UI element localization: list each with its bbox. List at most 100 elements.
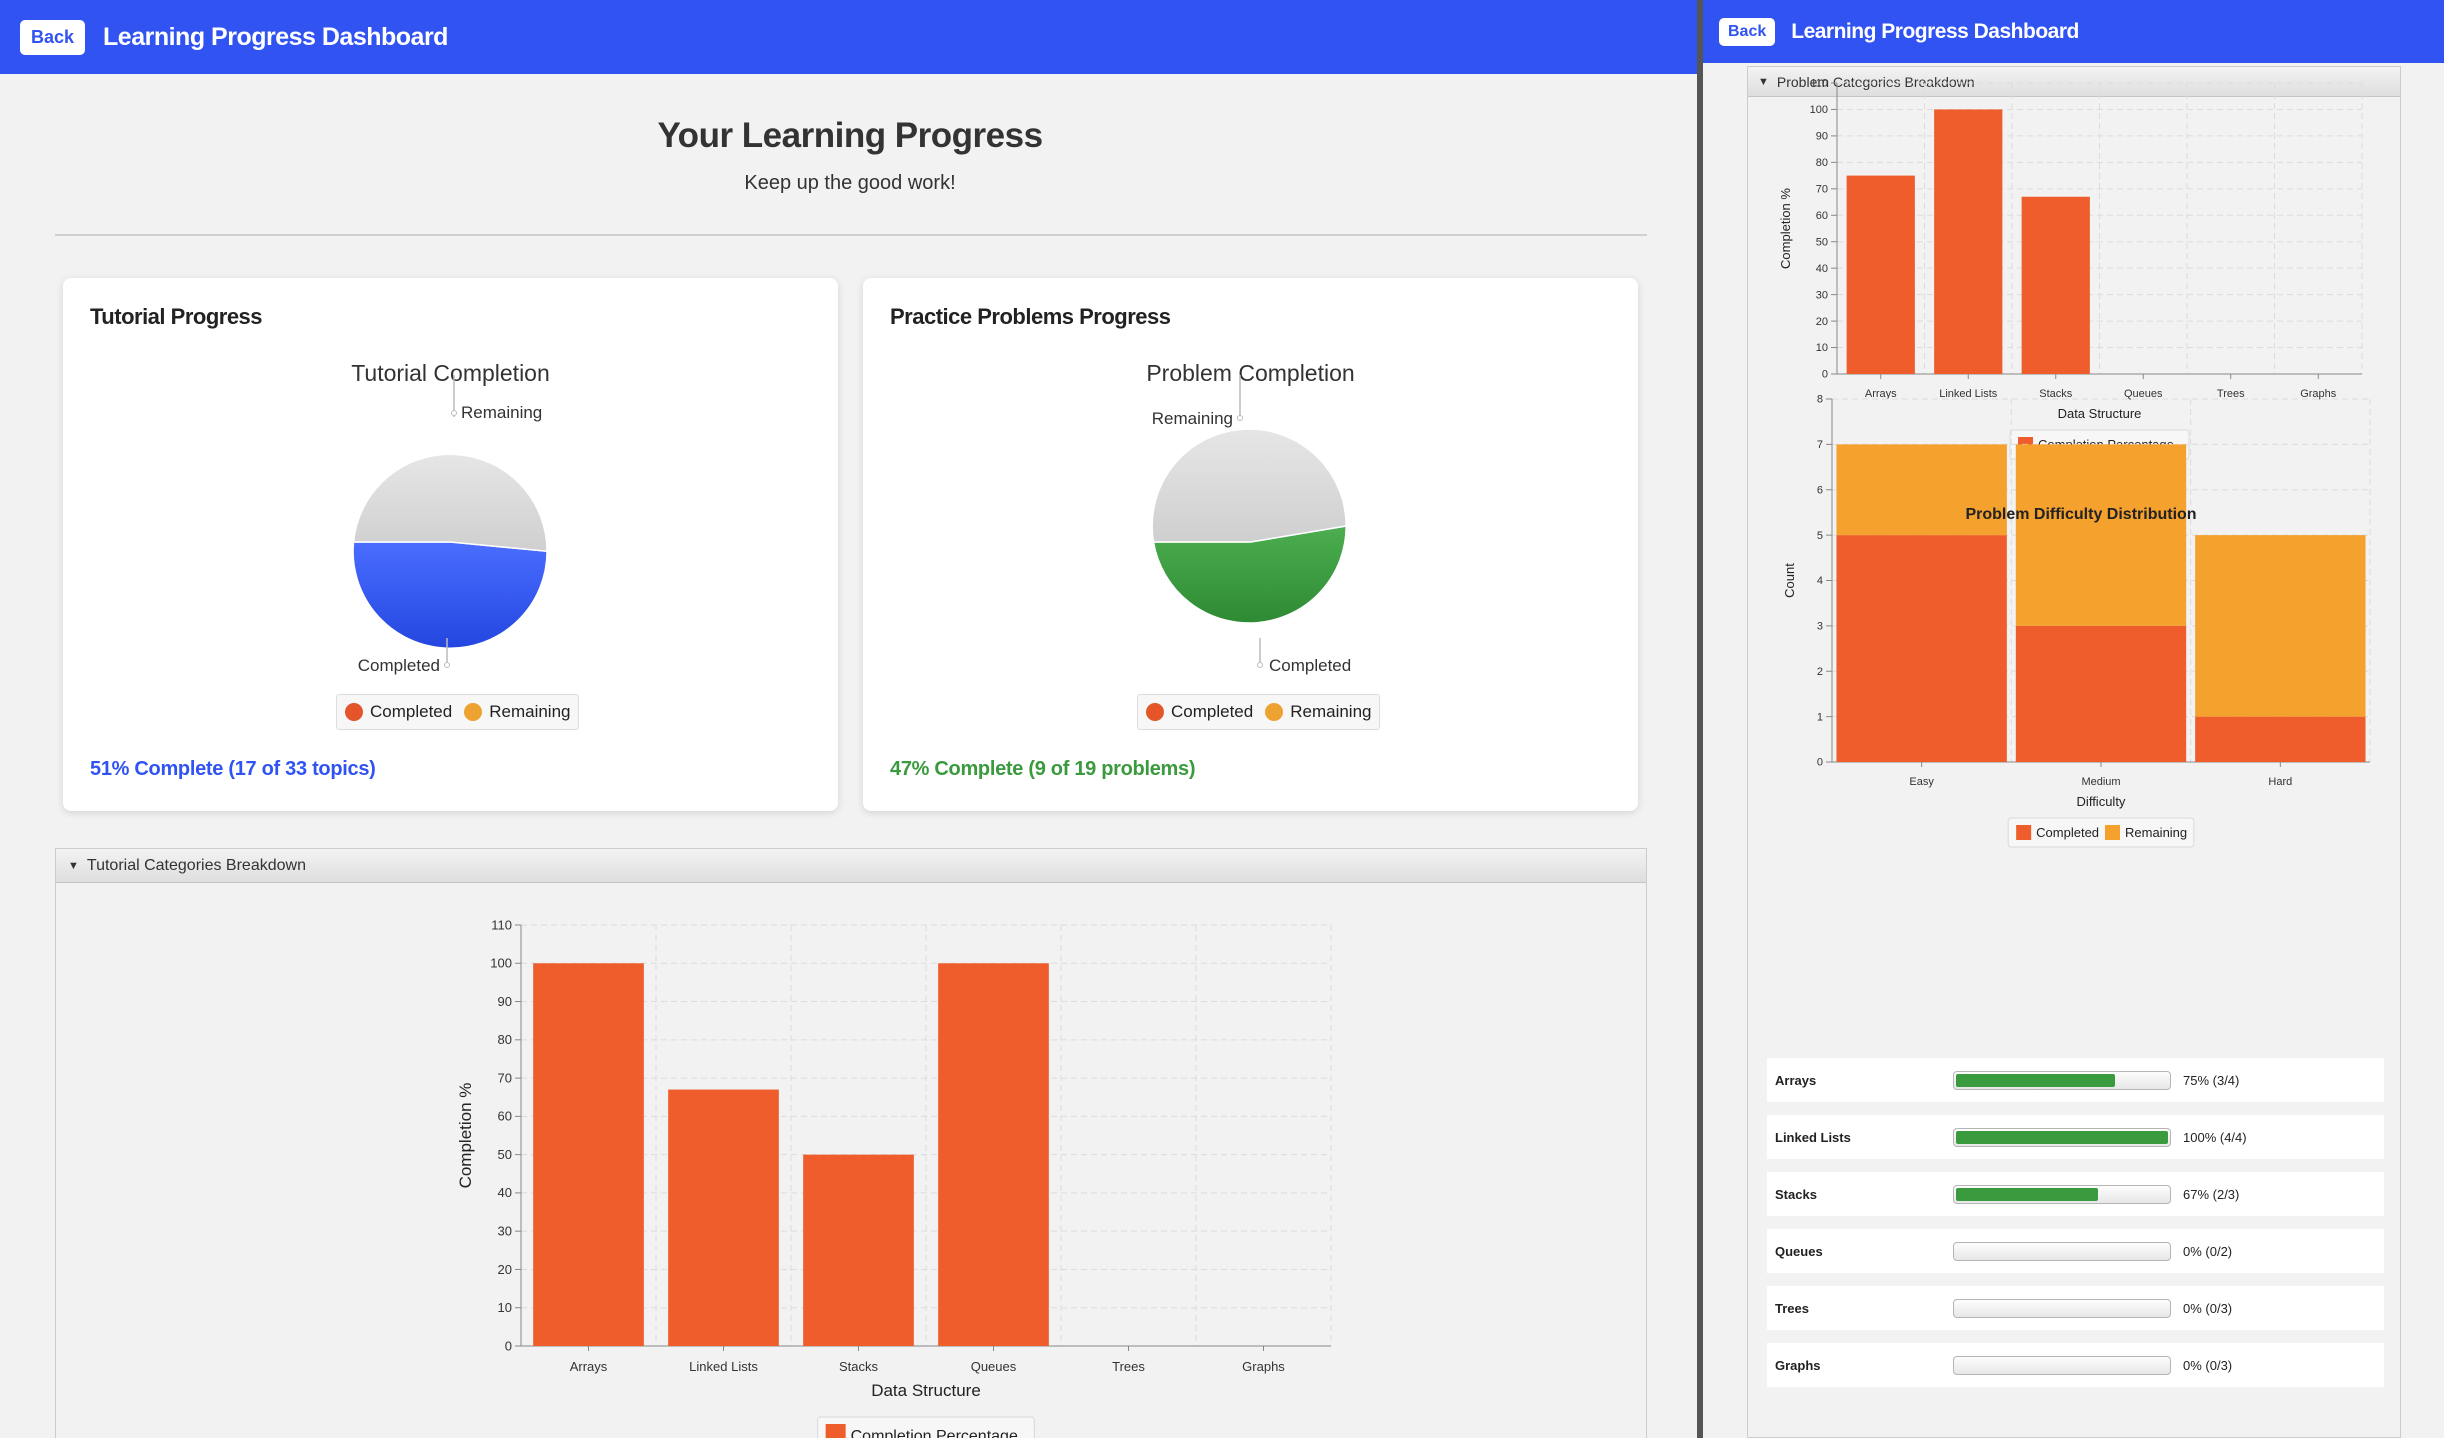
y-tick-label: 30 xyxy=(498,1224,512,1239)
progress-row: Trees 0% (0/3) xyxy=(1767,1286,2384,1330)
x-tick-label: Linked Lists xyxy=(689,1359,758,1374)
progress-bar xyxy=(1953,1298,2171,1318)
pie-label-remaining: Remaining xyxy=(1152,409,1233,428)
bar xyxy=(1836,535,2007,762)
legend-dot-icon xyxy=(1265,703,1284,721)
pie-label-remaining: Remaining xyxy=(461,403,542,422)
y-tick-label: 7 xyxy=(1817,439,1823,451)
y-tick-label: 8 xyxy=(1817,394,1823,406)
back-button[interactable]: Back xyxy=(20,19,86,55)
progress-value: 0% (0/3) xyxy=(2183,1357,2233,1373)
y-tick-label: 100 xyxy=(490,956,512,971)
app-title: Learning Progress Dashboard xyxy=(103,22,448,51)
tutorial-pie-chart: Remaining Completed xyxy=(352,375,548,675)
progress-row: Arrays 75% (3/4) xyxy=(1767,1058,2384,1102)
x-tick-label: Trees xyxy=(1112,1359,1145,1374)
bar xyxy=(2195,535,2366,717)
bar xyxy=(938,963,1049,1346)
progress-label: Linked Lists xyxy=(1775,1129,1851,1145)
x-tick-label: Hard xyxy=(2268,776,2292,788)
y-tick-label: 2 xyxy=(1817,666,1823,678)
tutorial-categories-pane: ▼ Tutorial Categories Breakdown 0 10 20 30 4… xyxy=(55,848,1647,1438)
y-tick-label: 5 xyxy=(1817,530,1823,542)
legend-label: Remaining xyxy=(489,702,571,721)
label-leader-dot xyxy=(444,662,450,668)
bar xyxy=(2195,716,2366,762)
progress-bar xyxy=(1953,1070,2171,1090)
legend-item-completed: Completed xyxy=(1146,702,1253,722)
app-title: Learning Progress Dashboard xyxy=(1791,19,2079,43)
y-tick-label: 50 xyxy=(498,1147,512,1162)
pie-legend: Completed Remaining xyxy=(336,694,580,730)
y-axis-label: Completion % xyxy=(456,1083,475,1189)
progress-label: Arrays xyxy=(1775,1072,1817,1088)
app-header: Back Learning Progress Dashboard xyxy=(0,0,1697,74)
label-leader-dot xyxy=(1257,662,1263,668)
progress-row: Stacks 67% (2/3) xyxy=(1767,1172,2384,1216)
y-tick-label: 70 xyxy=(498,1070,512,1085)
legend-label: Completed xyxy=(370,702,453,721)
progress-value: 75% (3/4) xyxy=(2183,1072,2240,1088)
y-tick-label: 10 xyxy=(498,1300,512,1315)
chart-title: Problem Difficulty Distribution xyxy=(1965,506,2196,523)
progress-value: 0% (0/2) xyxy=(2183,1243,2233,1259)
problem-summary-text: 47% Complete (9 of 19 problems) xyxy=(890,758,1196,780)
left-window: Back Learning Progress Dashboard Your Le… xyxy=(0,0,1700,1438)
progress-fill xyxy=(1956,1187,2099,1201)
pie-slice-completed[interactable] xyxy=(352,541,548,649)
progress-bar xyxy=(1953,1127,2171,1147)
progress-row: Graphs 0% (0/3) xyxy=(1767,1343,2384,1387)
pie-slice-remaining[interactable] xyxy=(1151,428,1347,543)
bar xyxy=(533,963,644,1346)
pie-label-completed: Completed xyxy=(358,656,440,675)
legend-swatch-icon xyxy=(2105,825,2120,840)
progress-label: Trees xyxy=(1775,1300,1809,1316)
label-leader-dot xyxy=(451,410,457,416)
difficulty-stacked-bar-chart: 0 1 2 3 4 5 6 7 8 Easy Medium Hard Difficulty Count Pr… xyxy=(1782,394,2371,848)
bar xyxy=(2015,444,2187,626)
practice-problems-card: Practice Problems Progress Problem Compl… xyxy=(863,278,1638,811)
progress-value: 100% (4/4) xyxy=(2183,1129,2247,1145)
pie-slice-remaining[interactable] xyxy=(352,453,548,553)
legend-label: Completion Percentage xyxy=(851,1428,1018,1438)
legend-label: Remaining xyxy=(2125,825,2187,840)
y-tick-label: 6 xyxy=(1817,484,1823,496)
x-tick-label: Medium xyxy=(2081,776,2120,788)
legend-item-completed: Completed xyxy=(345,702,452,722)
y-tick-label: 3 xyxy=(1817,621,1823,633)
back-button[interactable]: Back xyxy=(1719,17,1776,46)
x-axis-label: Difficulty xyxy=(2077,794,2126,809)
progress-row: Linked Lists 100% (4/4) xyxy=(1767,1115,2384,1159)
legend-swatch-icon xyxy=(825,1424,846,1438)
x-tick-label: Queues xyxy=(971,1359,1017,1374)
legend-dot-icon xyxy=(345,703,363,721)
progress-fill xyxy=(1956,1130,2168,1144)
problem-pie-chart: Remaining Completed xyxy=(1151,375,1351,675)
y-tick-label: 80 xyxy=(498,1032,512,1047)
bar xyxy=(2015,625,2187,762)
legend-item-remaining: Remaining xyxy=(464,702,570,722)
page-subtitle: Keep up the good work! xyxy=(744,172,956,194)
progress-label: Graphs xyxy=(1775,1357,1821,1373)
y-tick-label: 40 xyxy=(498,1185,512,1200)
y-tick-label: 0 xyxy=(505,1338,512,1353)
progress-value: 0% (0/3) xyxy=(2183,1300,2233,1316)
progress-value: 67% (2/3) xyxy=(2183,1186,2240,1202)
tutorial-bar-chart: 0 10 20 30 40 50 60 70 80 90 100 110 Arrays Linked Li… xyxy=(456,917,1332,1438)
divider xyxy=(55,234,1647,236)
legend-swatch-icon xyxy=(2016,825,2032,840)
y-axis-label: Count xyxy=(1782,563,1797,598)
legend-label: Completed xyxy=(1171,702,1254,721)
progress-label: Stacks xyxy=(1775,1186,1817,1202)
x-tick-label: Easy xyxy=(1909,776,1934,788)
progress-fill xyxy=(1956,1073,2115,1087)
y-tick-label: 4 xyxy=(1817,575,1823,587)
tutorial-progress-card: Tutorial Progress Tutorial Completion Re… xyxy=(63,278,838,811)
legend-item-remaining: Remaining xyxy=(1265,702,1371,722)
progress-bar xyxy=(1953,1241,2171,1261)
legend-dot-icon xyxy=(464,703,483,721)
bar xyxy=(803,1154,914,1346)
y-tick-label: 20 xyxy=(498,1262,512,1277)
x-tick-label: Arrays xyxy=(570,1359,608,1374)
y-tick-label: 0 xyxy=(1817,757,1823,769)
